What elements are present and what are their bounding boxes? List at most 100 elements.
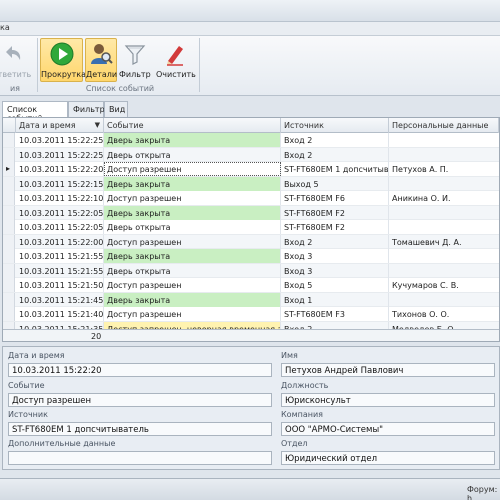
table-row[interactable]: 10.03.2011 15:21:50 Доступ разрешен Вход 5…: [3, 278, 499, 293]
current-row-arrow-icon: ▸: [6, 164, 11, 173]
detail-extra-field[interactable]: [8, 451, 272, 465]
cell-event: Доступ разрешен: [104, 234, 281, 249]
undo-arrow-icon: [6, 46, 21, 60]
cell-event: Дверь открыта: [104, 147, 281, 162]
cell-event: Дверь закрыта: [104, 249, 281, 263]
cell-dt: 10.03.2011 15:22:05: [16, 205, 104, 220]
cell-dt: 10.03.2011 15:21:50: [16, 278, 104, 292]
detail-source-field[interactable]: ST-FT680EM 1 допсчитыватель: [8, 422, 272, 436]
column-datetime-label: Дата и время: [19, 121, 76, 130]
tab-filter[interactable]: Фильтр: [68, 101, 105, 117]
table-row[interactable]: 10.03.2011 15:22:25 Дверь закрыта Вход 2: [3, 133, 499, 148]
cell-person: [389, 264, 499, 278]
row-indicator: ▸: [3, 162, 15, 176]
ribbon-group-caption: Список событий: [85, 84, 155, 93]
table-row[interactable]: 10.03.2011 15:22:05 Дверь закрыта ST-FT680…: [3, 205, 499, 220]
cell-dt: 10.03.2011 15:22:20: [16, 162, 104, 176]
scroll-button[interactable]: Прокрутка: [40, 38, 86, 82]
menu-item[interactable]: ка: [0, 23, 10, 32]
cell-dt: 10.03.2011 15:21:55: [16, 263, 104, 278]
cell-event: Доступ разрешен: [104, 278, 281, 292]
forum-link[interactable]: Форум: h: [467, 485, 500, 500]
row-indicator: [3, 205, 15, 220]
sort-desc-icon: ▼: [94, 121, 100, 129]
cell-source: ST-FT680EM 1 допсчитыват...: [281, 162, 389, 176]
cell-source: Выход 5: [281, 176, 389, 191]
cell-person: Кучумаров С. В.: [389, 278, 499, 292]
cell-source: ST-FT680EM F3: [281, 307, 389, 321]
cell-source: Вход 2: [281, 147, 389, 162]
detail-department-field[interactable]: Юридический отдел: [281, 451, 495, 465]
ribbon: ответить ия Прокрутка Детали: [0, 36, 500, 96]
table-row[interactable]: 10.03.2011 15:22:15 Дверь закрыта Выход 5: [3, 176, 499, 191]
detail-company-label: Компания: [281, 410, 323, 419]
eraser-pencil-icon: [167, 46, 183, 66]
row-indicator: [3, 176, 15, 191]
table-row[interactable]: 10.03.2011 15:22:00 Доступ разрешен Вход 2…: [3, 234, 499, 249]
table-row[interactable]: 10.03.2011 15:21:40 Доступ разрешен ST-FT6…: [3, 307, 499, 322]
cell-source: Вход 1: [281, 292, 389, 307]
cell-event: Дверь закрыта: [104, 176, 281, 191]
detail-name-field[interactable]: Петухов Андрей Павлович: [281, 363, 495, 377]
clear-label: Очистить: [156, 70, 196, 79]
cell-person: Томашевич Д. А.: [389, 235, 499, 249]
cell-dt: 10.03.2011 15:22:25: [16, 133, 104, 147]
cell-source: Вход 5: [281, 278, 389, 292]
grid-footer: 20: [3, 329, 499, 341]
table-row[interactable]: 10.03.2011 15:22:10 Доступ разрешен ST-FT6…: [3, 191, 499, 206]
cell-dt: 10.03.2011 15:21:40: [16, 307, 104, 321]
filter-button[interactable]: Фильтр: [118, 38, 151, 82]
cell-event: Дверь закрыта: [104, 292, 281, 307]
play-icon: [50, 42, 73, 66]
cell-person: Петухов А. П.: [389, 162, 499, 176]
column-header-personal[interactable]: Персональные данные: [389, 118, 499, 133]
ribbon-separator: [199, 38, 200, 92]
detail-datetime-field[interactable]: 10.03.2011 15:22:20: [8, 363, 272, 377]
tab-event-list[interactable]: Список событий: [2, 101, 68, 123]
cell-source: Вход 3: [281, 263, 389, 278]
cell-event: Дверь закрыта: [104, 133, 281, 147]
cell-person: [389, 133, 499, 147]
table-row[interactable]: 10.03.2011 15:22:05 Дверь открыта ST-FT680…: [3, 220, 499, 235]
table-row[interactable]: 10.03.2011 15:21:55 Дверь закрыта Вход 3: [3, 249, 499, 264]
cell-event: Дверь открыта: [104, 220, 281, 234]
cell-person: [389, 206, 499, 220]
grid-header: Дата и время ▼ Событие Источник Персонал…: [3, 118, 499, 133]
table-row[interactable]: ▸ 10.03.2011 15:22:20 Доступ разрешен ST-FT…: [3, 162, 499, 177]
detail-event-field[interactable]: Доступ разрешен: [8, 393, 272, 407]
ribbon-separator: [37, 38, 38, 92]
cell-event: Доступ разрешен: [104, 191, 281, 205]
row-indicator: [3, 191, 15, 205]
table-row[interactable]: 10.03.2011 15:21:55 Дверь открыта Вход 3: [3, 263, 499, 278]
clear-button[interactable]: Очистить: [155, 38, 196, 82]
tab-view[interactable]: Вид: [104, 101, 128, 117]
detail-datetime-label: Дата и время: [8, 351, 65, 360]
undo-button[interactable]: ответить: [0, 38, 34, 82]
cell-event: Доступ разрешен: [104, 162, 281, 176]
detail-event-label: Событие: [8, 381, 45, 390]
cell-dt: 10.03.2011 15:22:15: [16, 176, 104, 191]
details-panel: Дата и время 10.03.2011 15:22:20 Событие…: [2, 346, 500, 470]
table-row[interactable]: 10.03.2011 15:21:45 Дверь закрыта Вход 1: [3, 292, 499, 307]
cell-event: Доступ разрешен: [104, 307, 281, 321]
detail-position-field[interactable]: Юрисконсульт: [281, 393, 495, 407]
cell-event: Дверь открыта: [104, 263, 281, 278]
table-row[interactable]: 10.03.2011 15:22:25 Дверь открыта Вход 2: [3, 147, 499, 162]
column-header-event[interactable]: Событие: [104, 118, 281, 133]
application-window: ка ответить ия Прокрутка: [0, 0, 500, 500]
title-bar: [0, 0, 500, 22]
column-header-source[interactable]: Источник: [281, 118, 389, 133]
details-button[interactable]: Детали: [85, 38, 117, 82]
cell-dt: 10.03.2011 15:22:10: [16, 191, 104, 205]
cell-person: Тихонов О. О.: [389, 307, 499, 321]
cell-event: Дверь закрыта: [104, 205, 281, 220]
row-indicator: [3, 249, 15, 263]
cell-source: ST-FT680EM F2: [281, 205, 389, 220]
cell-person: [389, 148, 499, 162]
details-label: Детали: [86, 70, 118, 79]
filter-label: Фильтр: [119, 70, 151, 79]
header-indicator: [3, 118, 16, 133]
detail-company-field[interactable]: ООО "АРМО-Системы": [281, 422, 495, 436]
menu-bar: ка: [0, 22, 500, 36]
column-header-datetime[interactable]: Дата и время ▼: [16, 118, 104, 133]
